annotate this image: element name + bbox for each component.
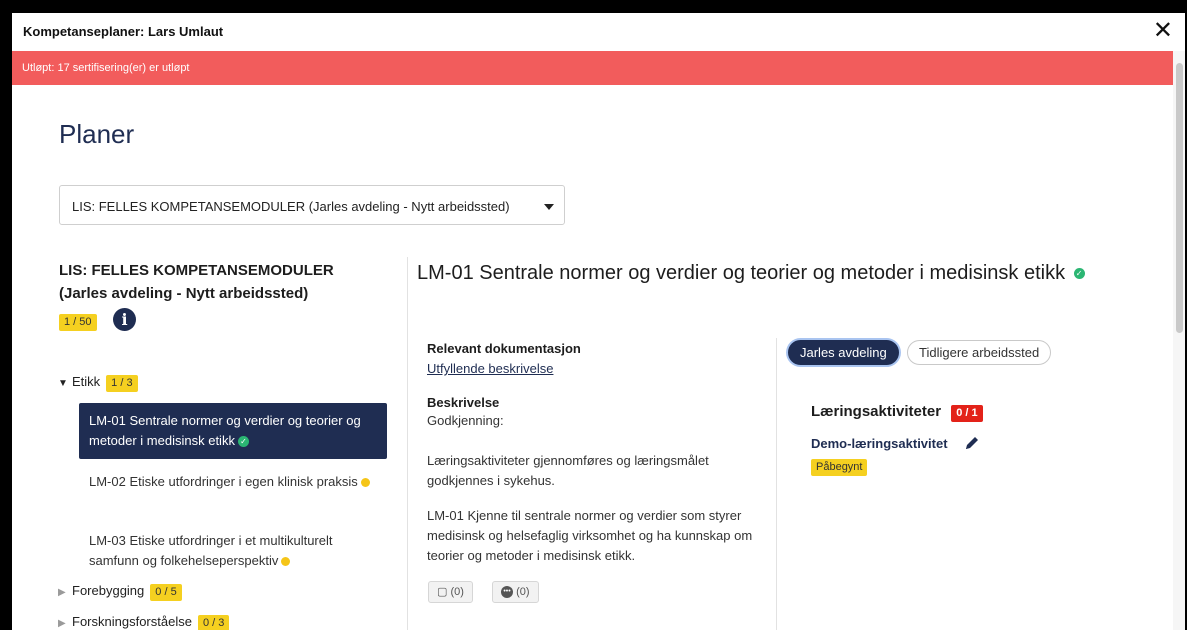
relevant-doc-link[interactable]: Utfyllende beskrivelse xyxy=(427,361,553,376)
status-dot-icon xyxy=(360,478,370,488)
group-progress-badge: 1 / 3 xyxy=(106,375,138,392)
tab-jarles-avdeling[interactable]: Jarles avdeling xyxy=(788,340,899,365)
column-divider xyxy=(407,257,408,630)
check-circle-icon: ✓ xyxy=(237,436,249,448)
plan-title: LIS: FELLES KOMPETANSEMODULER (Jarles av… xyxy=(59,262,334,302)
close-icon[interactable]: ✕ xyxy=(1153,17,1173,45)
learning-activities-count-badge: 0 / 1 xyxy=(951,405,983,422)
group-progress-badge: 0 / 3 xyxy=(197,615,230,630)
description-line: Læringsaktiviteter gjennomføres og lærin… xyxy=(427,453,709,488)
status-dot-icon xyxy=(281,557,291,567)
description-line: Godkjenning: xyxy=(427,413,504,428)
activity-status-badge: Påbegynt xyxy=(811,459,868,476)
tree-group-forskningsforstaaelse[interactable]: ▶ Forskningsforståelse 0 / 3 xyxy=(58,614,230,630)
module-title: LM-01 Sentrale normer og verdier og teor… xyxy=(417,257,1117,290)
page-title: Planer xyxy=(59,119,135,149)
info-icon[interactable]: i xyxy=(113,308,136,331)
alert-text: Utløpt: 17 sertifisering(er) er utløpt xyxy=(22,62,190,74)
tree-group-label: Forebygging xyxy=(72,583,145,598)
title-bar: Kompetanseplaner: Lars Umlaut ✕ xyxy=(12,13,1185,52)
tree-group-label: Etikk xyxy=(72,374,101,389)
modal-window: Kompetanseplaner: Lars Umlaut ✕ Utløpt: … xyxy=(12,13,1185,630)
relevant-doc-label: Relevant dokumentasjon xyxy=(427,341,581,356)
tree-group-label: Forskningsforståelse xyxy=(72,614,192,629)
column-divider xyxy=(776,338,777,630)
group-progress-badge: 0 / 5 xyxy=(150,584,182,601)
description-line: LM-01 Kjenne til sentrale normer og verd… xyxy=(427,508,753,563)
tree-group-forebygging[interactable]: ▶ Forebygging 0 / 5 xyxy=(58,583,182,601)
document-icon: ▢ xyxy=(437,586,448,598)
module-item-lm03[interactable]: LM-03 Etiske utfordringer i et multikult… xyxy=(79,523,387,579)
learning-activities-label: Læringsaktiviteter xyxy=(811,403,942,420)
caret-down-icon xyxy=(544,204,554,210)
tree-group-etikk[interactable]: ▼ Etikk 1 / 3 xyxy=(58,374,138,392)
caret-down-icon: ▼ xyxy=(58,378,68,389)
comments-count: (0) xyxy=(516,586,530,598)
description-label: Beskrivelse xyxy=(427,395,500,410)
attachments-count: (0) xyxy=(450,586,464,598)
tab-tidligere-arbeidssted[interactable]: Tidligere arbeidssted xyxy=(907,340,1052,365)
module-item-lm02[interactable]: LM-02 Etiske utfordringer i egen klinisk… xyxy=(79,464,387,500)
window-title: Kompetanseplaner: Lars Umlaut xyxy=(23,24,224,39)
pencil-icon[interactable] xyxy=(964,435,980,451)
plan-select[interactable]: LIS: FELLES KOMPETANSEMODULER (Jarles av… xyxy=(59,185,565,225)
plan-select-value: LIS: FELLES KOMPETANSEMODULER (Jarles av… xyxy=(72,199,510,214)
expired-alert-banner: Utløpt: 17 sertifisering(er) er utløpt xyxy=(12,51,1185,85)
module-item-label: LM-03 Etiske utfordringer i et multikult… xyxy=(89,533,333,568)
learning-activity-link[interactable]: Demo-læringsaktivitet xyxy=(811,436,948,451)
module-item-lm01[interactable]: LM-01 Sentrale normer og verdier og teor… xyxy=(79,403,387,459)
attachments-button[interactable]: ▢ (0) xyxy=(428,581,473,603)
caret-right-icon: ▶ xyxy=(58,587,66,598)
module-item-label: LM-02 Etiske utfordringer i egen klinisk… xyxy=(89,474,358,489)
scrollbar[interactable] xyxy=(1173,51,1185,630)
comment-icon: ••• xyxy=(501,586,513,599)
scrollbar-thumb[interactable] xyxy=(1176,63,1183,333)
caret-right-icon: ▶ xyxy=(58,618,66,629)
check-circle-icon: ✓ xyxy=(1073,268,1085,280)
module-title-text: LM-01 Sentrale normer og verdier og teor… xyxy=(417,262,1066,284)
plan-progress-badge: 1 / 50 xyxy=(59,314,97,331)
learning-activities-heading: Læringsaktiviteter 0 / 1 xyxy=(811,403,983,422)
module-item-label: LM-01 Sentrale normer og verdier og teor… xyxy=(89,413,361,448)
comments-button[interactable]: ••• (0) xyxy=(492,581,539,603)
